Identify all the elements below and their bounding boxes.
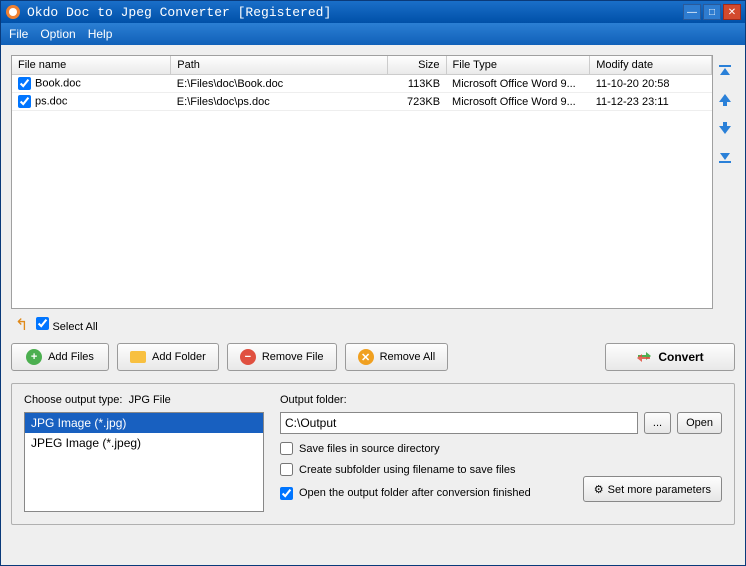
window-title: Okdo Doc to Jpeg Converter [Registered] xyxy=(27,5,331,20)
minus-icon: − xyxy=(240,349,256,365)
col-header-size[interactable]: Size xyxy=(388,56,446,75)
save-source-checkbox[interactable] xyxy=(280,442,293,455)
add-folder-button[interactable]: Add Folder xyxy=(117,343,219,371)
col-header-date[interactable]: Modify date xyxy=(590,56,712,75)
move-top-icon[interactable] xyxy=(717,63,733,81)
folder-icon xyxy=(130,351,146,363)
remove-all-icon: ✕ xyxy=(358,349,374,365)
content-area: File name Path Size File Type Modify dat… xyxy=(1,45,745,565)
close-button[interactable]: ✕ xyxy=(723,4,741,20)
menu-file[interactable]: File xyxy=(9,27,28,41)
browse-button[interactable]: ... xyxy=(644,412,671,434)
bottom-panel: Choose output type: JPG File JPG Image (… xyxy=(11,383,735,525)
filelist-header-row: File name Path Size File Type Modify dat… xyxy=(12,56,712,75)
reorder-arrows xyxy=(713,55,735,309)
remove-file-button[interactable]: − Remove File xyxy=(227,343,337,371)
row-checkbox[interactable] xyxy=(18,77,31,90)
col-header-path[interactable]: Path xyxy=(171,56,388,75)
list-item[interactable]: JPG Image (*.jpg) xyxy=(25,413,263,433)
col-header-type[interactable]: File Type xyxy=(446,56,590,75)
select-all-label[interactable]: Select All xyxy=(36,317,97,333)
open-folder-button[interactable]: Open xyxy=(677,412,722,434)
output-type-listbox[interactable]: JPG Image (*.jpg)JPEG Image (*.jpeg) xyxy=(24,412,264,512)
select-all-checkbox[interactable] xyxy=(36,317,49,330)
plus-icon: + xyxy=(26,349,42,365)
file-list[interactable]: File name Path Size File Type Modify dat… xyxy=(11,55,713,309)
output-folder-label: Output folder: xyxy=(280,394,722,406)
table-row[interactable]: Book.docE:\Files\doc\Book.doc113KBMicros… xyxy=(12,75,712,93)
row-checkbox[interactable] xyxy=(18,95,31,108)
subfolder-checkbox[interactable] xyxy=(280,463,293,476)
add-files-button[interactable]: + Add Files xyxy=(11,343,109,371)
move-down-icon[interactable] xyxy=(717,119,733,137)
menubar: File Option Help xyxy=(1,23,745,45)
menu-help[interactable]: Help xyxy=(88,27,113,41)
maximize-button[interactable]: □ xyxy=(703,4,721,20)
output-folder-input[interactable] xyxy=(280,412,638,434)
titlebar: Okdo Doc to Jpeg Converter [Registered] … xyxy=(1,1,745,23)
col-header-name[interactable]: File name xyxy=(12,56,171,75)
main-window: Okdo Doc to Jpeg Converter [Registered] … xyxy=(0,0,746,566)
convert-icon xyxy=(636,349,652,365)
menu-option[interactable]: Option xyxy=(40,27,75,41)
minimize-button[interactable]: — xyxy=(683,4,701,20)
gear-icon: ⚙ xyxy=(594,484,604,496)
open-after-checkbox[interactable] xyxy=(280,487,293,500)
set-more-parameters-button[interactable]: ⚙Set more parameters xyxy=(583,476,722,502)
open-after-label: Open the output folder after conversion … xyxy=(299,487,531,499)
move-bottom-icon[interactable] xyxy=(717,147,733,165)
save-source-label: Save files in source directory xyxy=(299,443,440,455)
remove-all-button[interactable]: ✕ Remove All xyxy=(345,343,449,371)
folder-up-icon[interactable]: ↰ xyxy=(15,315,28,335)
table-row[interactable]: ps.docE:\Files\doc\ps.doc723KBMicrosoft … xyxy=(12,93,712,111)
subfolder-label: Create subfolder using filename to save … xyxy=(299,464,515,476)
move-up-icon[interactable] xyxy=(717,91,733,109)
convert-button[interactable]: Convert xyxy=(605,343,735,371)
app-logo-icon xyxy=(5,4,21,20)
list-item[interactable]: JPEG Image (*.jpeg) xyxy=(25,433,263,453)
output-type-label: Choose output type: JPG File xyxy=(24,394,171,406)
